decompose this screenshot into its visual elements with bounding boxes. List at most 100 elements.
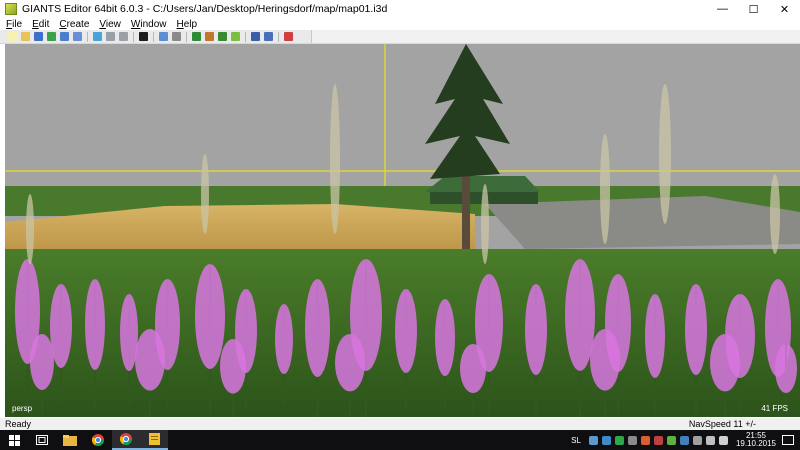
- file-explorer-icon[interactable]: [56, 430, 84, 450]
- bluetooth-icon[interactable]: [679, 435, 689, 445]
- menu-label-rest: dit: [38, 18, 50, 30]
- viewport-scene: [5, 44, 800, 417]
- dried-stalk: [600, 134, 610, 244]
- system-clock[interactable]: 21:55 19.10.2015: [736, 432, 776, 448]
- notifications-icon[interactable]: [782, 435, 794, 445]
- nav-speed: NavSpeed 11 +/-: [688, 419, 756, 429]
- foxglove-flower: [275, 304, 293, 374]
- history-icon[interactable]: [93, 32, 102, 41]
- system-tray: SL 21:55 19.10.2015: [571, 430, 800, 450]
- magnet-icon[interactable]: [172, 32, 181, 41]
- foxglove-flower: [460, 344, 486, 393]
- camera-mode-label: persp: [12, 404, 33, 413]
- title-bar: GIANTS Editor 64bit 6.0.3 - C:/Users/Jan…: [0, 0, 800, 18]
- sticky-notes-icon[interactable]: [140, 430, 168, 450]
- menu-accel-letter: E: [32, 18, 39, 30]
- toolbar-separator: [245, 31, 246, 42]
- windows-start-icon[interactable]: [0, 430, 28, 450]
- task-view-icon[interactable]: [28, 430, 56, 450]
- open-file-icon[interactable]: [21, 32, 30, 41]
- minimize-button[interactable]: —: [707, 0, 738, 18]
- menu-file[interactable]: File: [2, 19, 26, 30]
- taskbar: SL 21:55 19.10.2015: [0, 430, 800, 450]
- chrome-icon[interactable]: [84, 430, 112, 450]
- foliage-icon[interactable]: [231, 32, 240, 41]
- menu-bar: File Edit Create View Window Help: [0, 18, 800, 30]
- menu-label-rest: elp: [183, 18, 198, 30]
- toolbar-separator: [186, 31, 187, 42]
- menu-view[interactable]: View: [95, 19, 125, 30]
- foxglove-flower: [30, 334, 54, 390]
- settings-alt-icon[interactable]: [264, 32, 273, 41]
- terrain-paint-icon[interactable]: [192, 32, 201, 41]
- toolbar-buttons: [0, 30, 312, 43]
- toolbar-separator: [87, 31, 88, 42]
- foxglove-flower: [710, 334, 740, 392]
- foxglove-flower: [775, 344, 797, 393]
- 3d-viewport[interactable]: persp 41 FPS: [5, 44, 800, 417]
- undo-icon[interactable]: [106, 32, 115, 41]
- save-icon[interactable]: [34, 32, 43, 41]
- menu-label-rest: indow: [140, 18, 167, 30]
- toolbar-separator: [133, 31, 134, 42]
- menu-create[interactable]: Create: [55, 19, 93, 30]
- dried-stalk: [201, 154, 209, 234]
- chrome-alt-icon[interactable]: [112, 430, 140, 450]
- barn-roof: [425, 176, 540, 192]
- foliage-paint-icon[interactable]: [218, 32, 227, 41]
- foxglove-flower: [590, 329, 620, 391]
- settings-icon[interactable]: [251, 32, 260, 41]
- dried-stalk: [26, 194, 34, 264]
- menu-edit[interactable]: Edit: [28, 19, 53, 30]
- foxglove-flower: [305, 279, 330, 377]
- close-button[interactable]: ✕: [769, 0, 800, 18]
- menu-help[interactable]: Help: [173, 19, 202, 30]
- foxglove-flower: [685, 284, 707, 375]
- refresh-icon[interactable]: [47, 32, 56, 41]
- window-title: GIANTS Editor 64bit 6.0.3 - C:/Users/Jan…: [22, 3, 388, 15]
- export-icon[interactable]: [73, 32, 82, 41]
- foxglove-flower: [335, 334, 365, 392]
- volume-icon[interactable]: [718, 435, 728, 445]
- menu-label-rest: iew: [105, 18, 121, 30]
- toolbar-separator: [153, 31, 154, 42]
- menu-window[interactable]: Window: [127, 19, 171, 30]
- foxglove-flower: [85, 279, 105, 370]
- foxglove-flower: [195, 264, 225, 369]
- menu-label-rest: reate: [66, 18, 90, 30]
- dropbox-icon[interactable]: [601, 435, 611, 445]
- foxglove-flower: [220, 339, 246, 394]
- menu-accel-letter: W: [130, 18, 141, 30]
- new-file-icon[interactable]: [8, 32, 17, 41]
- steam-icon[interactable]: [614, 435, 624, 445]
- network-icon[interactable]: [588, 435, 598, 445]
- menu-accel-letter: C: [59, 18, 67, 30]
- dried-stalk: [659, 84, 671, 224]
- status-bar: Ready NavSpeed 11 +/-: [0, 418, 800, 430]
- dried-stalk: [481, 184, 489, 264]
- antivirus-icon[interactable]: [653, 435, 663, 445]
- origin-icon[interactable]: [640, 435, 650, 445]
- maximize-button[interactable]: ☐: [738, 0, 769, 18]
- nvidia-icon[interactable]: [666, 435, 676, 445]
- giants-app-icon: [5, 3, 17, 15]
- foxglove-flower: [525, 284, 547, 375]
- menu-label-rest: ile: [12, 18, 23, 30]
- display-icon[interactable]: [692, 435, 702, 445]
- camera-icon[interactable]: [159, 32, 168, 41]
- foxglove-flower: [135, 329, 165, 391]
- save-as-icon[interactable]: [60, 32, 69, 41]
- stop-icon[interactable]: [139, 32, 148, 41]
- foxglove-flower: [395, 289, 417, 373]
- dried-stalk: [330, 84, 340, 234]
- cloud-icon[interactable]: [627, 435, 637, 445]
- wifi-icon[interactable]: [705, 435, 715, 445]
- foxglove-flower: [645, 294, 665, 378]
- language-indicator[interactable]: SL: [571, 436, 581, 445]
- delete-icon[interactable]: [284, 32, 293, 41]
- clock-date: 19.10.2015: [735, 439, 776, 448]
- menu-accel-letter: H: [176, 18, 184, 30]
- fps-counter: 41 FPS: [761, 404, 788, 413]
- terrain-sculpt-icon[interactable]: [205, 32, 214, 41]
- redo-icon[interactable]: [119, 32, 128, 41]
